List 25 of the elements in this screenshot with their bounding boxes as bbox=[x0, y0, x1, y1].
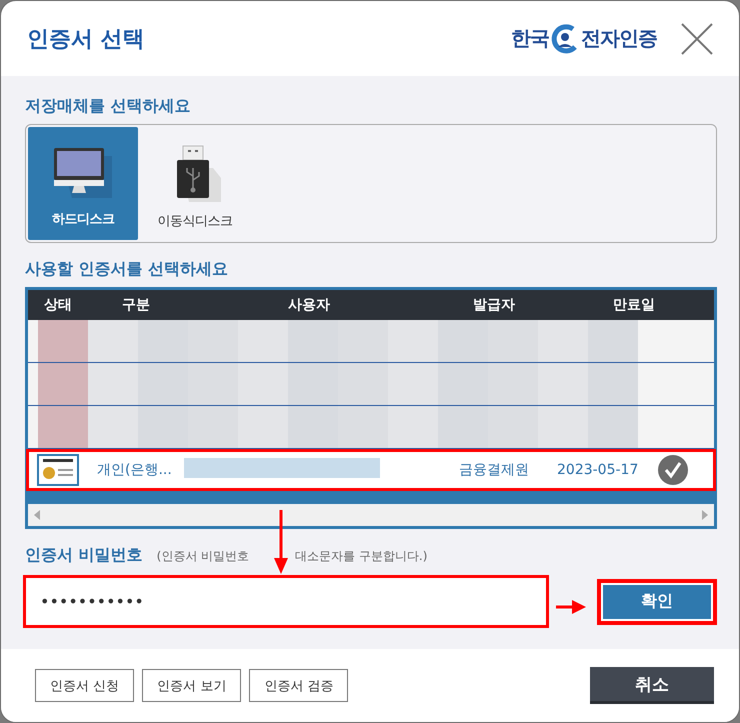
hint-text: 대소문자를 구분합니다.) bbox=[295, 548, 428, 565]
table-cell-text: 개인(은행... bbox=[96, 461, 173, 479]
footer-button[interactable]: 인증서 보기 bbox=[142, 669, 242, 702]
footer-button[interactable]: 인증서 신청 bbox=[35, 669, 134, 702]
logo-text: 전자인증 bbox=[581, 25, 657, 52]
confirm-button[interactable]: 확인 bbox=[597, 578, 717, 624]
section-label: 저장매체를 선택하세요 bbox=[25, 96, 192, 116]
table-cell: 금융결제원 bbox=[459, 461, 529, 479]
hint-text: (인증서 비밀번호 bbox=[156, 548, 250, 565]
column-header: 구분 bbox=[121, 296, 151, 315]
window-title: 인증서 선택 bbox=[27, 26, 146, 54]
column-header: 사용자 bbox=[287, 296, 331, 315]
section-label: 사용할 인증서를 선택하세요 bbox=[25, 259, 230, 279]
column-header: 상태 bbox=[43, 296, 73, 315]
certificate-row[interactable]: 개인(은행... 금융결제원 2023-05-17 bbox=[28, 451, 714, 489]
footer-button[interactable]: 인증서 검증 bbox=[249, 669, 348, 702]
password-field[interactable]: ••••••••••• bbox=[23, 575, 549, 628]
column-header: 만료일 bbox=[612, 296, 656, 315]
column-header: 발급자 bbox=[472, 296, 516, 315]
cancel-button[interactable]: 취소 bbox=[590, 667, 714, 704]
storage-option[interactable]: 이동식디스크 bbox=[140, 127, 250, 240]
storage-option[interactable]: 하드디스크 bbox=[28, 127, 138, 240]
password-label: 인증서 비밀번호 bbox=[25, 545, 143, 566]
table-cell: 2023-05-17 bbox=[557, 462, 638, 478]
logo-text: 한국 bbox=[511, 25, 549, 52]
